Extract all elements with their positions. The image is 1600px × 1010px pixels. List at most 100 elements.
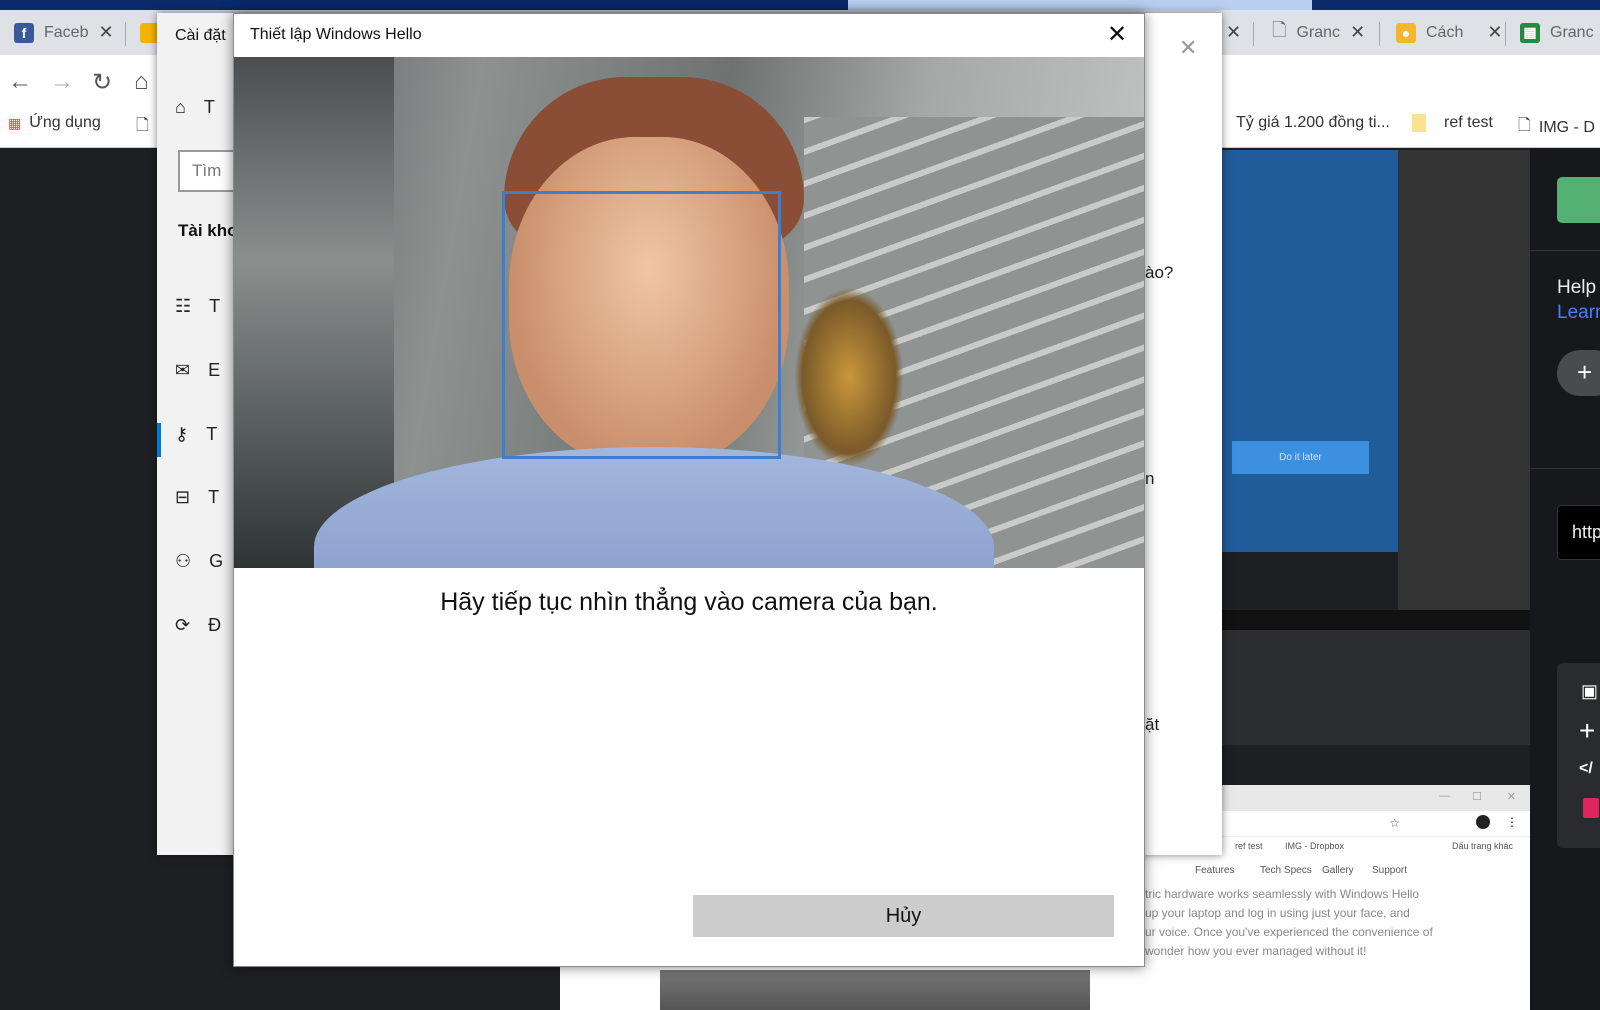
browser-tab[interactable]: 🗋 Granc ✕ [1272,10,1365,55]
bookmark-label[interactable]: Dấu trang khác [1452,841,1513,851]
code-icon[interactable]: </ [1579,760,1593,778]
divider [1530,250,1600,251]
plus-icon[interactable]: + [1579,715,1595,747]
close-tab-icon[interactable]: ✕ [1226,22,1241,43]
section-heading: Tài kho [178,221,238,240]
nav-tech-specs[interactable]: Tech Specs [1260,865,1312,876]
menu-icon[interactable]: ⋮ [1506,815,1518,829]
sidebar-item-info[interactable]: ☷ T [175,296,220,317]
maximize-icon[interactable]: ☐ [1472,790,1482,803]
url-field[interactable]: http [1557,505,1600,560]
document-icon: 🗋 [136,117,149,134]
document-icon: 🗋 [1518,117,1531,134]
tab-label: Granc [1296,23,1341,41]
apps-icon: ▦ [8,114,22,131]
tab-label: Faceb [44,23,89,41]
tab-label: Granc [1550,23,1594,41]
close-icon[interactable]: ✕ [1507,790,1516,803]
cancel-button[interactable]: Hủy [693,895,1114,937]
item-label: T [209,296,221,316]
active-indicator [157,423,161,457]
bookmark-label: Ứng dụng [29,114,101,131]
bookmark-apps[interactable]: ▦ Ứng dụng [8,114,101,132]
reload-icon[interactable]: ↻ [92,68,112,97]
dialog-title: Thiết lập Windows Hello [250,26,422,43]
green-button[interactable] [1557,177,1600,223]
trash-icon[interactable] [1583,798,1599,818]
sidebar-item-email[interactable]: ✉ E [175,360,220,381]
nav-gallery[interactable]: Gallery [1322,865,1354,876]
item-label: Đ [208,615,222,635]
star-icon[interactable]: ☆ [1389,816,1400,830]
close-tab-icon[interactable]: ✕ [1350,22,1365,43]
content-text: ặt [1145,715,1160,734]
nav-features[interactable]: Features [1195,865,1234,876]
minimize-icon[interactable]: — [1439,790,1450,802]
item-label: E [208,360,221,380]
dark-block [1222,630,1530,745]
camera-feed [234,57,1144,568]
inner-taskbar [1222,610,1530,630]
taskbar-strip [0,0,1600,10]
home-icon: ⌂ [175,97,186,117]
item-label: T [206,424,218,444]
item-label: G [209,551,224,571]
browser-tab[interactable]: ● Cách ✕ [1396,10,1502,55]
text-line: wonder how you ever managed without it! [1145,944,1367,958]
sheets-icon: ▦ [1520,22,1540,43]
product-description: tric hardware works seamlessly with Wind… [1145,885,1525,961]
learn-link[interactable]: Learn [1557,302,1600,324]
avatar[interactable] [1476,815,1490,829]
forward-icon[interactable]: → [50,68,74,96]
tab-divider [1505,22,1506,46]
settings-home[interactable]: ⌂ T [175,97,215,118]
decoration [794,287,904,467]
bookmark-doc[interactable]: 🗋 [136,114,149,141]
back-icon[interactable]: ← [8,68,32,96]
do-it-later-button[interactable]: Do it later [1232,441,1369,474]
bookmark-img[interactable]: 🗋 IMG - D [1518,114,1595,141]
browser-tab[interactable]: ✕ [1226,10,1241,55]
bookmark-label: Tỷ giá 1.200 đồng ti... [1236,114,1390,131]
add-button[interactable]: + [1557,350,1600,396]
close-tab-icon[interactable]: ✕ [1487,22,1502,43]
gray-area [1398,150,1530,610]
tab-label: Cách [1426,23,1464,41]
divider [1530,468,1600,469]
key-icon: ⚷ [175,424,189,444]
layout-icon[interactable]: ▣ [1581,681,1598,702]
close-icon[interactable]: ✕ [1102,20,1132,49]
item-label: T [208,487,220,507]
sidebar-item-signin[interactable]: ⚷ T [175,424,217,445]
facebook-icon: f [14,22,34,43]
browser-tab[interactable]: f Faceb ✕ [14,10,114,55]
tab-divider [1379,22,1380,46]
content-text: ào? [1145,263,1174,282]
text-line: up your laptop and log in using just you… [1145,906,1410,920]
folder-icon [1412,114,1426,132]
bookmark-label[interactable]: ref test [1235,841,1263,851]
camera-preview-thumbnail [660,970,1090,1010]
email-icon: ✉ [175,360,191,380]
close-icon[interactable]: ✕ [1179,35,1197,61]
tab-divider [125,22,126,46]
blue-panel [1222,150,1398,552]
bookmark-label: IMG - D [1538,118,1595,136]
sidebar-item-sync[interactable]: ⟳ Đ [175,615,221,636]
instruction-text: Hãy tiếp tục nhìn thẳng vào camera của b… [440,588,938,616]
keep-icon: ● [1396,22,1416,43]
nav-support[interactable]: Support [1372,865,1407,876]
text-line: tric hardware works seamlessly with Wind… [1145,887,1420,901]
window-title: Cài đặt [175,27,226,44]
home-icon[interactable]: ⌂ [134,68,149,96]
briefcase-icon: ⊟ [175,487,191,507]
bookmark-label: ref test [1444,114,1493,131]
sidebar-item-work[interactable]: ⊟ T [175,487,219,508]
sidebar-item-family[interactable]: ⚇ G [175,551,223,572]
bookmark-ref-test[interactable]: ref test [1412,114,1493,132]
bookmark-rate[interactable]: Tỷ giá 1.200 đồng ti... [1236,114,1390,132]
browser-tab[interactable]: ▦ Granc [1520,10,1594,55]
close-tab-icon[interactable]: ✕ [98,22,113,43]
bookmark-label[interactable]: IMG - Dropbox [1285,841,1344,851]
face-tracking-box [502,191,781,459]
